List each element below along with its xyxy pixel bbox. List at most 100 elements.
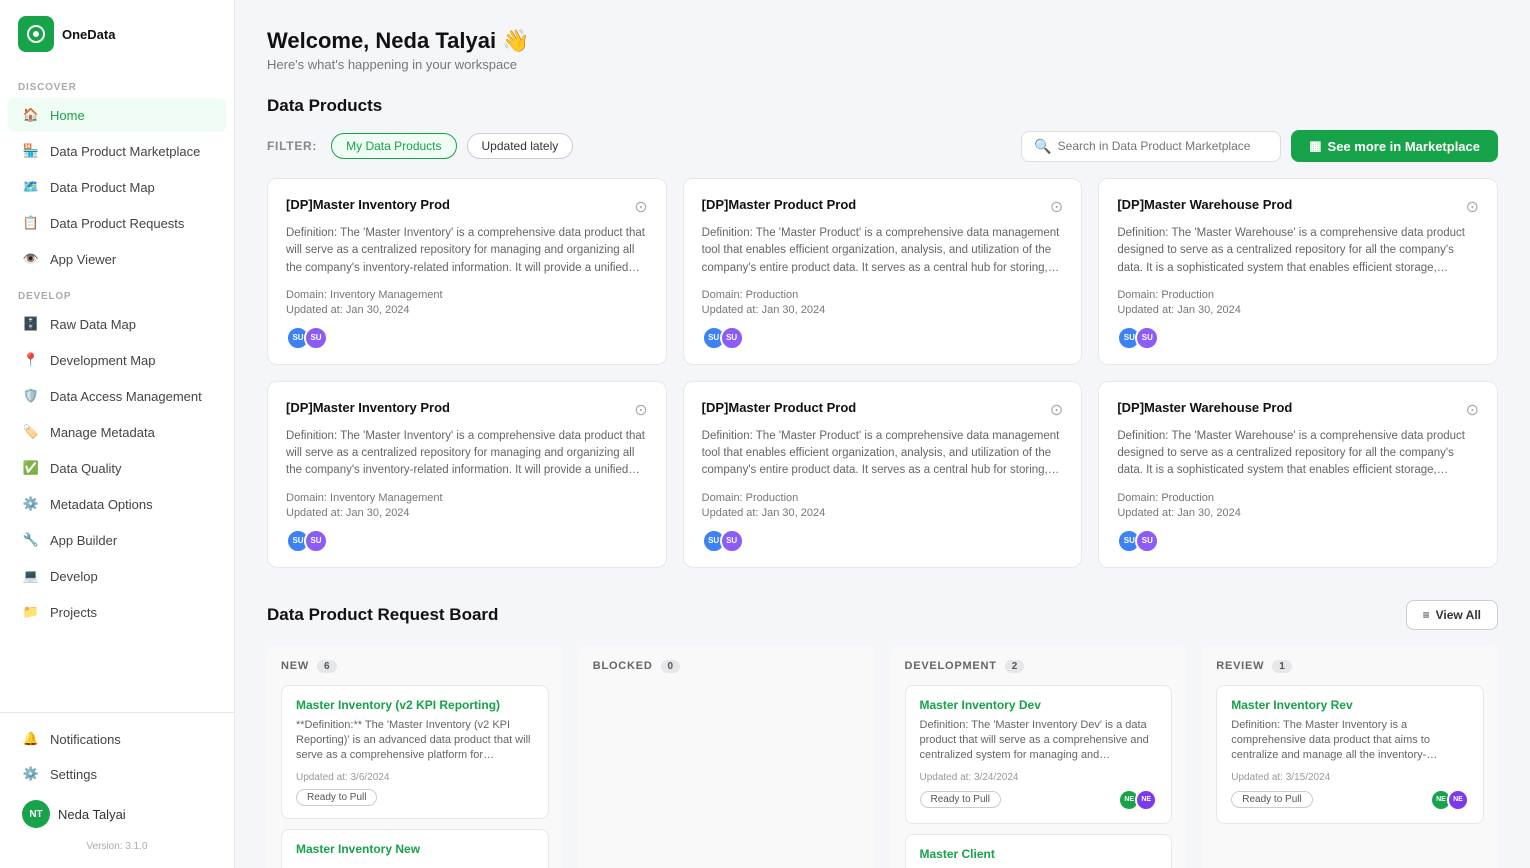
card-header: [DP]Master Product Prod ⊙: [702, 197, 1064, 217]
welcome-title: Welcome, Neda Talyai 👋: [267, 28, 1498, 54]
card-title: [DP]Master Inventory Prod: [286, 400, 450, 415]
board-card[interactable]: Master Inventory (v2 KPI Reporting) **De…: [281, 685, 549, 819]
search-input[interactable]: [1058, 139, 1269, 153]
sidebar: OneData DISCOVER 🏠 Home 🏪 Data Product M…: [0, 0, 235, 868]
sidebar-item-data-product-requests[interactable]: 📋 Data Product Requests: [8, 206, 226, 240]
card-settings-icon[interactable]: ⊙: [1466, 400, 1479, 420]
sidebar-item-projects[interactable]: 📁 Projects: [8, 595, 226, 629]
card-domain: Domain: Production: [1117, 492, 1479, 504]
logo-icon: [18, 16, 54, 52]
card-title: [DP]Master Inventory Prod: [286, 197, 450, 212]
sidebar-item-metadata-options[interactable]: ⚙️ Metadata Options: [8, 487, 226, 521]
sidebar-item-projects-label: Projects: [50, 605, 97, 620]
col-title: NEW: [281, 660, 309, 672]
card-avatars: SUSU: [702, 326, 1064, 350]
sidebar-item-data-access-management[interactable]: 🛡️ Data Access Management: [8, 379, 226, 413]
board-card-title[interactable]: Master Inventory New: [296, 842, 534, 856]
card-title: [DP]Master Product Prod: [702, 197, 857, 212]
sidebar-item-home[interactable]: 🏠 Home: [8, 98, 226, 132]
sidebar-item-access-label: Data Access Management: [50, 389, 202, 404]
sidebar-item-raw-label: Raw Data Map: [50, 317, 136, 332]
sidebar-item-home-label: Home: [50, 108, 85, 123]
card-avatars: SUSU: [1117, 529, 1479, 553]
sidebar-item-quality-label: Data Quality: [50, 461, 122, 476]
eye-icon: 👁️: [22, 250, 40, 268]
avatar: NT: [22, 800, 50, 828]
filter-chip-my-data-products[interactable]: My Data Products: [331, 133, 456, 159]
board-card-title[interactable]: Master Inventory Rev: [1231, 698, 1469, 712]
card-description: Definition: The 'Master Warehouse' is a …: [1117, 428, 1479, 480]
card-description: Definition: The 'Master Inventory' is a …: [286, 225, 648, 277]
see-more-marketplace-button[interactable]: ▦ See more in Marketplace: [1291, 130, 1498, 162]
status-pill: Ready to Pull: [296, 789, 377, 806]
sidebar-item-app-viewer[interactable]: 👁️ App Viewer: [8, 242, 226, 276]
map-pin-icon: 📍: [22, 351, 40, 369]
card-settings-icon[interactable]: ⊙: [1466, 197, 1479, 217]
sidebar-item-raw-data-map[interactable]: 🗄️ Raw Data Map: [8, 307, 226, 341]
view-all-button[interactable]: ≡ View All: [1406, 600, 1498, 630]
board-card[interactable]: Master Client: [905, 834, 1173, 868]
board-card-title[interactable]: Master Client: [920, 847, 1158, 861]
board-card[interactable]: Master Inventory Dev Definition: The 'Ma…: [905, 685, 1173, 824]
board-card-title[interactable]: Master Inventory (v2 KPI Reporting): [296, 698, 534, 712]
data-product-card[interactable]: [DP]Master Product Prod ⊙ Definition: Th…: [683, 381, 1083, 568]
board-card-meta: Updated at: 3/6/2024: [296, 772, 534, 783]
sidebar-item-metadata-label: Manage Metadata: [50, 425, 155, 440]
card-description: Definition: The 'Master Inventory' is a …: [286, 428, 648, 480]
sidebar-item-notifications[interactable]: 🔔 Notifications: [8, 722, 226, 756]
data-products-grid: [DP]Master Inventory Prod ⊙ Definition: …: [267, 178, 1498, 568]
filter-chip-updated-lately[interactable]: Updated lately: [467, 133, 574, 159]
sidebar-item-app-builder[interactable]: 🔧 App Builder: [8, 523, 226, 557]
logo-area: OneData: [0, 0, 234, 68]
tag-icon: 🏷️: [22, 423, 40, 441]
user-name: Neda Talyai: [58, 807, 126, 822]
sidebar-item-development-map[interactable]: 📍 Development Map: [8, 343, 226, 377]
card-avatar: SU: [1135, 326, 1159, 350]
board-column-new: NEW 6 Master Inventory (v2 KPI Reporting…: [267, 646, 563, 868]
sidebar-item-devmap-label: Development Map: [50, 353, 156, 368]
data-products-title: Data Products: [267, 96, 1498, 116]
card-updated: Updated at: Jan 30, 2024: [702, 507, 1064, 519]
col-badge: 6: [317, 660, 337, 673]
sidebar-item-data-product-map[interactable]: 🗺️ Data Product Map: [8, 170, 226, 204]
sidebar-item-appviewer-label: App Viewer: [50, 252, 116, 267]
data-product-card[interactable]: [DP]Master Inventory Prod ⊙ Definition: …: [267, 381, 667, 568]
board-column-review: REVIEW 1 Master Inventory Rev Definition…: [1202, 646, 1498, 868]
board-card-footer: Ready to Pull: [296, 789, 534, 806]
card-description: Definition: The 'Master Product' is a co…: [702, 225, 1064, 277]
card-settings-icon[interactable]: ⊙: [1050, 400, 1063, 420]
search-box: 🔍: [1021, 131, 1281, 162]
board-title: Data Product Request Board: [267, 605, 498, 625]
sidebar-item-develop[interactable]: 💻 Develop: [8, 559, 226, 593]
card-settings-icon[interactable]: ⊙: [634, 400, 647, 420]
card-avatar: SU: [304, 326, 328, 350]
card-settings-icon[interactable]: ⊙: [634, 197, 647, 217]
board-card-meta: Updated at: 3/15/2024: [1231, 772, 1469, 783]
board-card-avatars: NENE: [1430, 789, 1469, 811]
card-description: Definition: The 'Master Warehouse' is a …: [1117, 225, 1479, 277]
sidebar-bottom: 🔔 Notifications ⚙️ Settings NT Neda Taly…: [0, 712, 234, 868]
sidebar-item-manage-metadata[interactable]: 🏷️ Manage Metadata: [8, 415, 226, 449]
board-card-footer: Ready to Pull NENE: [1231, 789, 1469, 811]
data-product-card[interactable]: [DP]Master Warehouse Prod ⊙ Definition: …: [1098, 381, 1498, 568]
see-more-label: See more in Marketplace: [1328, 139, 1480, 154]
card-title: [DP]Master Warehouse Prod: [1117, 400, 1292, 415]
card-settings-icon[interactable]: ⊙: [1050, 197, 1063, 217]
col-title: BLOCKED: [593, 660, 653, 672]
board-card-title[interactable]: Master Inventory Dev: [920, 698, 1158, 712]
col-header: REVIEW 1: [1216, 660, 1484, 673]
sidebar-item-data-quality[interactable]: ✅ Data Quality: [8, 451, 226, 485]
data-product-card[interactable]: [DP]Master Inventory Prod ⊙ Definition: …: [267, 178, 667, 365]
card-avatar: SU: [720, 326, 744, 350]
welcome-header: Welcome, Neda Talyai 👋 Here's what's hap…: [267, 28, 1498, 72]
data-product-card[interactable]: [DP]Master Warehouse Prod ⊙ Definition: …: [1098, 178, 1498, 365]
settings-label: Settings: [50, 767, 97, 782]
board-card[interactable]: Master Inventory New: [281, 829, 549, 868]
data-product-card[interactable]: [DP]Master Product Prod ⊙ Definition: Th…: [683, 178, 1083, 365]
sidebar-item-settings[interactable]: ⚙️ Settings: [8, 757, 226, 791]
board-card-desc: Definition: The Master Inventory is a co…: [1231, 718, 1469, 764]
user-profile-row[interactable]: NT Neda Talyai: [8, 792, 226, 836]
grid-icon: ▦: [1309, 138, 1321, 154]
board-card[interactable]: Master Inventory Rev Definition: The Mas…: [1216, 685, 1484, 824]
sidebar-item-data-product-marketplace[interactable]: 🏪 Data Product Marketplace: [8, 134, 226, 168]
